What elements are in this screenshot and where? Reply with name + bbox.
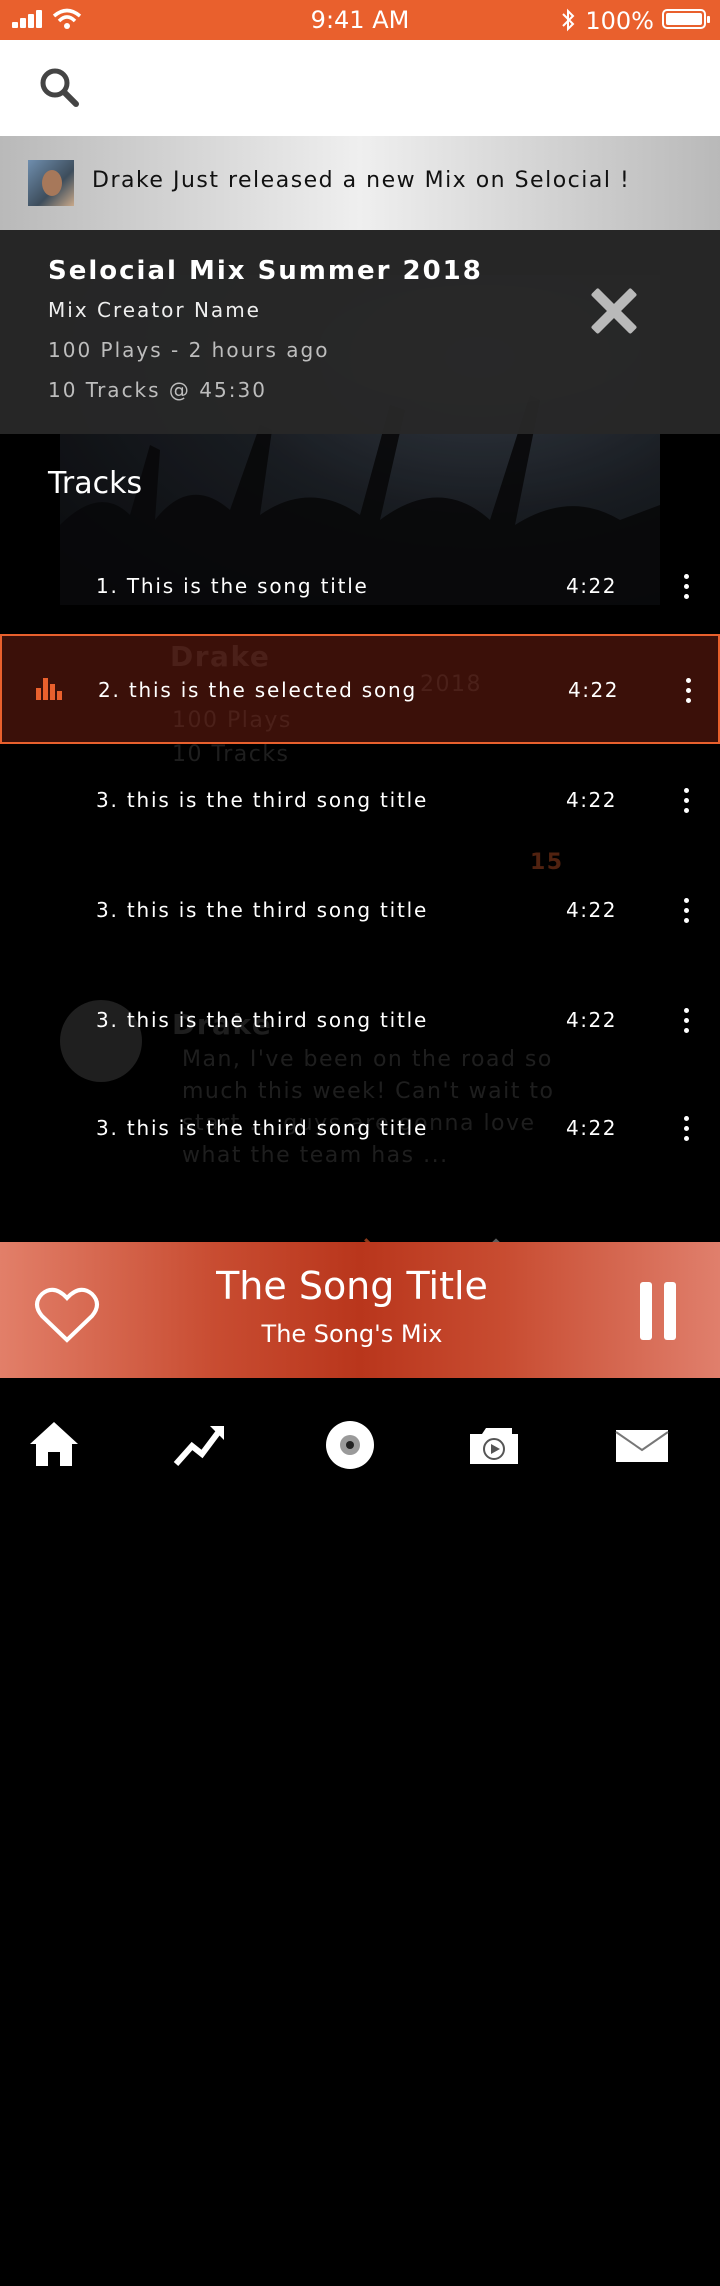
more-options-icon[interactable] [676,1006,696,1036]
track-title: 2. this is the selected song [98,678,418,702]
now-playing-title: The Song Title [216,1264,488,1308]
battery-icon [662,9,710,29]
bluetooth-icon [562,8,575,32]
track-row[interactable]: 3. this is the third song title 4:22 [0,876,720,946]
trending-icon[interactable] [172,1418,228,1472]
more-options-icon[interactable] [676,896,696,926]
track-row[interactable]: 3. this is the third song title 4:22 [0,1094,720,1164]
track-title: 3. this is the third song title [96,1116,429,1140]
track-duration: 4:22 [566,1116,617,1140]
track-duration: 4:22 [566,898,617,922]
mix-creator-name[interactable]: Mix Creator Name [48,298,261,322]
track-duration: 4:22 [566,788,617,812]
track-title: 3. this is the third song title [96,898,429,922]
track-row-selected[interactable]: 2. this is the selected song 4:22 [0,634,720,744]
background-feed-card-tracks: 10 Tracks [172,742,290,767]
search-header [0,40,720,136]
track-title: 1. This is the song title [96,574,369,598]
close-icon[interactable] [585,283,641,339]
more-options-icon[interactable] [676,572,696,602]
track-row[interactable]: 3. this is the third song title 4:22 [0,766,720,836]
now-playing-icon [36,676,62,700]
background-feed-card-count: 15 [530,850,564,875]
track-row[interactable]: 1. This is the song title 4:22 [0,552,720,622]
pause-button[interactable] [640,1282,676,1340]
notification-text: Drake Just released a new Mix on Selocia… [92,168,631,193]
disc-icon[interactable] [322,1418,378,1472]
mix-plays: 100 Plays - 2 hours ago [48,338,330,362]
tab-bar [0,1378,720,1512]
status-bar: 9:41 AM 100% [0,0,720,40]
track-row[interactable]: 3. this is the third song title 4:22 [0,986,720,1056]
mail-icon[interactable] [614,1418,670,1472]
track-duration: 4:22 [566,1008,617,1032]
battery-percent: 100% [585,7,654,35]
mix-title: Selocial Mix Summer 2018 [48,256,483,286]
more-options-icon[interactable] [676,1114,696,1144]
more-options-icon[interactable] [678,676,698,706]
notification-banner[interactable]: Drake Just released a new Mix on Selocia… [0,136,720,230]
tracks-heading: Tracks [48,466,143,501]
track-title: 3. this is the third song title [96,1008,429,1032]
now-playing-mix: The Song's Mix [261,1320,443,1348]
track-title: 3. this is the third song title [96,788,429,812]
now-playing-bar[interactable]: The Song Title The Song's Mix [0,1242,720,1378]
search-icon[interactable] [38,66,82,110]
track-duration: 4:22 [566,574,617,598]
home-icon[interactable] [26,1418,82,1472]
more-options-icon[interactable] [676,786,696,816]
video-icon[interactable] [466,1418,522,1472]
mix-track-count: 10 Tracks @ 45:30 [48,378,267,402]
artist-avatar [28,160,74,206]
track-duration: 4:22 [568,678,619,702]
